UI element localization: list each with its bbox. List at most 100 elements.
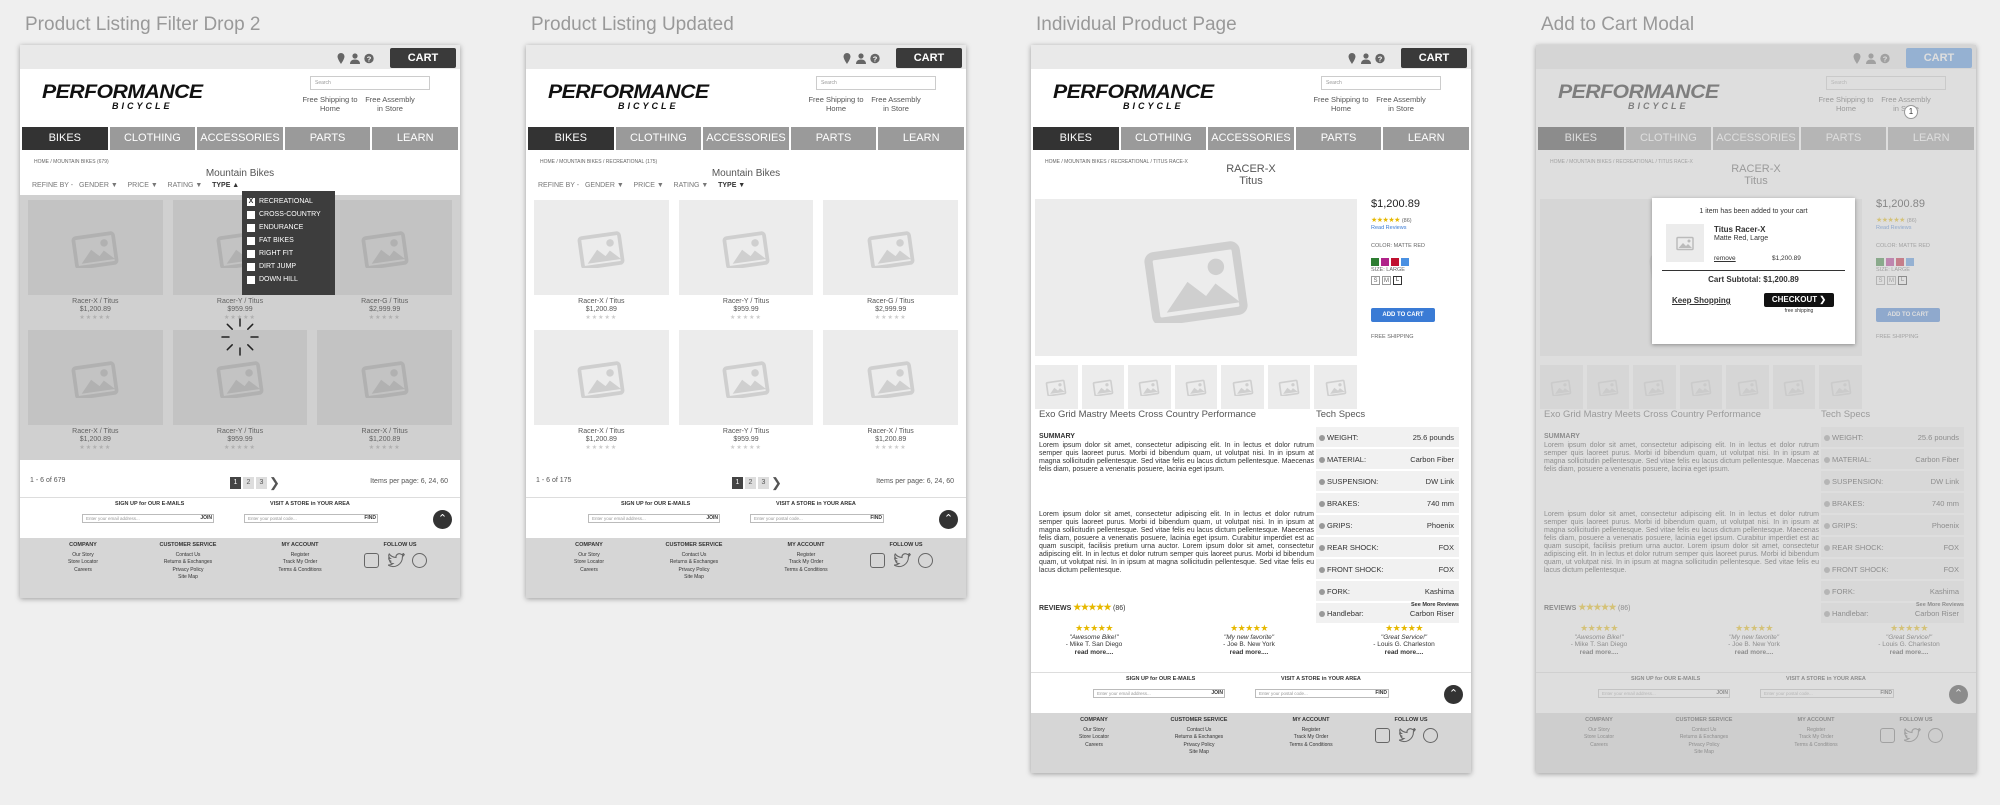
- nav-bikes[interactable]: BIKES: [1033, 127, 1119, 150]
- checkbox[interactable]: [247, 236, 255, 245]
- join-button[interactable]: JOIN: [1211, 690, 1223, 696]
- nav-clothing[interactable]: CLOTHING: [615, 127, 702, 150]
- checkbox[interactable]: [247, 223, 255, 232]
- account-icon[interactable]: [1361, 51, 1371, 64]
- type-option[interactable]: ENDURANCE: [247, 221, 330, 234]
- zip-input[interactable]: Enter your postal code...FIND: [244, 514, 378, 523]
- type-option[interactable]: X RECREATIONAL: [247, 195, 330, 208]
- account-icon[interactable]: [350, 51, 360, 64]
- back-to-top-button[interactable]: ⌃: [939, 510, 958, 529]
- size-option[interactable]: L: [1393, 276, 1402, 285]
- size-option[interactable]: M: [1382, 276, 1391, 285]
- brand-logo[interactable]: PERFORMANCEBICYCLE: [548, 82, 709, 111]
- twitter-icon[interactable]: [893, 552, 912, 568]
- thumbnail[interactable]: [1035, 365, 1078, 409]
- facebook-icon[interactable]: [364, 553, 379, 568]
- product-image[interactable]: [823, 200, 958, 295]
- product-image[interactable]: [678, 200, 814, 295]
- filter-rating[interactable]: RATING ▼: [674, 182, 709, 189]
- read-reviews-link[interactable]: Read Reviews: [1371, 225, 1406, 231]
- type-option[interactable]: DIRT JUMP: [247, 260, 330, 273]
- location-icon[interactable]: [842, 51, 852, 64]
- type-option[interactable]: RIGHT FIT: [247, 247, 330, 260]
- email-input[interactable]: Enter your email address...JOIN: [588, 514, 720, 523]
- youtube-icon[interactable]: [918, 553, 933, 568]
- cart-button[interactable]: CART: [1401, 48, 1467, 68]
- product-card[interactable]: Racer-X / Titus $1,200.89 ★★★★★: [823, 330, 958, 451]
- main-product-image[interactable]: [1035, 199, 1357, 356]
- help-icon[interactable]: ?: [364, 51, 374, 63]
- nav-parts[interactable]: PARTS: [1295, 127, 1382, 150]
- product-card[interactable]: Racer-G / Titus $2,999.99 ★★★★★: [823, 200, 958, 321]
- search-input[interactable]: Search: [816, 76, 936, 90]
- page-1[interactable]: 1: [732, 477, 743, 489]
- zip-input[interactable]: Enter your postal code...FIND: [750, 514, 884, 523]
- youtube-icon[interactable]: [1423, 728, 1438, 743]
- size-option[interactable]: S: [1371, 276, 1380, 285]
- brand-logo[interactable]: PERFORMANCEBICYCLE: [42, 82, 203, 111]
- zip-input[interactable]: Enter your postal code...FIND: [1255, 689, 1389, 698]
- product-card[interactable]: Racer-X / Titus $1,200.89 ★★★★★: [534, 330, 669, 451]
- read-more-link[interactable]: read more....: [1230, 649, 1269, 656]
- product-card[interactable]: Racer-X / Titus $1,200.89 ★★★★★: [534, 200, 669, 321]
- page-3[interactable]: 3: [758, 477, 769, 489]
- checkbox[interactable]: [247, 249, 255, 258]
- nav-clothing[interactable]: CLOTHING: [109, 127, 196, 150]
- facebook-icon[interactable]: [1375, 728, 1390, 743]
- email-input[interactable]: Enter your email address...JOIN: [82, 514, 214, 523]
- product-card[interactable]: Racer-Y / Titus $959.99 ★★★★★: [678, 200, 814, 321]
- thumbnail[interactable]: [1128, 365, 1171, 409]
- find-button[interactable]: FIND: [1375, 690, 1387, 696]
- nav-clothing[interactable]: CLOTHING: [1120, 127, 1207, 150]
- account-icon[interactable]: [856, 51, 866, 64]
- next-page-icon[interactable]: ❯: [269, 476, 280, 489]
- next-page-icon[interactable]: ❯: [771, 476, 782, 489]
- modal-backdrop[interactable]: [1536, 45, 1976, 773]
- cart-button[interactable]: CART: [896, 48, 962, 68]
- nav-learn[interactable]: LEARN: [372, 127, 458, 150]
- nav-parts[interactable]: PARTS: [284, 127, 371, 150]
- back-to-top-button[interactable]: ⌃: [433, 510, 452, 529]
- color-swatch[interactable]: [1381, 258, 1389, 266]
- facebook-icon[interactable]: [870, 553, 885, 568]
- thumbnail[interactable]: [1174, 365, 1218, 409]
- nav-learn[interactable]: LEARN: [1383, 127, 1469, 150]
- breadcrumb[interactable]: HOME / MOUNTAIN BIKES (679): [34, 159, 109, 165]
- thumbnail[interactable]: [1314, 365, 1358, 409]
- filter-gender[interactable]: GENDER ▼: [585, 182, 624, 189]
- filter-type[interactable]: TYPE ▼: [718, 182, 745, 189]
- nav-learn[interactable]: LEARN: [878, 127, 964, 150]
- color-swatch[interactable]: [1391, 258, 1399, 266]
- product-image[interactable]: [534, 330, 669, 425]
- items-per-page[interactable]: Items per page: 6, 24, 60: [370, 478, 448, 485]
- find-button[interactable]: FIND: [870, 515, 882, 521]
- checkbox[interactable]: X: [247, 197, 255, 206]
- nav-bikes[interactable]: BIKES: [22, 127, 108, 150]
- page-2[interactable]: 2: [243, 477, 254, 489]
- thumbnail[interactable]: [1081, 365, 1125, 409]
- checkout-button[interactable]: CHECKOUT ❯: [1764, 293, 1834, 307]
- location-icon[interactable]: [336, 51, 346, 64]
- brand-logo[interactable]: PERFORMANCEBICYCLE: [1053, 82, 1214, 111]
- help-icon[interactable]: ?: [1375, 51, 1385, 63]
- find-button[interactable]: FIND: [364, 515, 376, 521]
- search-input[interactable]: Search: [310, 76, 430, 90]
- nav-accessories[interactable]: ACCESSORIES: [1208, 127, 1294, 150]
- youtube-icon[interactable]: [412, 553, 427, 568]
- twitter-icon[interactable]: [387, 552, 406, 568]
- type-option[interactable]: DOWN HILL: [247, 273, 330, 286]
- see-more-reviews-link[interactable]: See More Reviews: [1411, 602, 1459, 608]
- checkbox[interactable]: [247, 262, 255, 271]
- help-icon[interactable]: ?: [870, 51, 880, 63]
- join-button[interactable]: JOIN: [200, 515, 212, 521]
- color-swatch[interactable]: [1371, 258, 1379, 266]
- join-button[interactable]: JOIN: [706, 515, 718, 521]
- breadcrumb[interactable]: HOME / MOUNTAIN BIKES / RECREATIONAL (17…: [540, 159, 657, 165]
- remove-link[interactable]: remove: [1714, 255, 1736, 262]
- checkbox[interactable]: [247, 275, 255, 284]
- back-to-top-button[interactable]: ⌃: [1444, 685, 1463, 704]
- nav-accessories[interactable]: ACCESSORIES: [197, 127, 283, 150]
- filter-gender[interactable]: GENDER ▼: [79, 182, 118, 189]
- product-image[interactable]: [534, 200, 669, 295]
- checkbox[interactable]: [247, 210, 255, 219]
